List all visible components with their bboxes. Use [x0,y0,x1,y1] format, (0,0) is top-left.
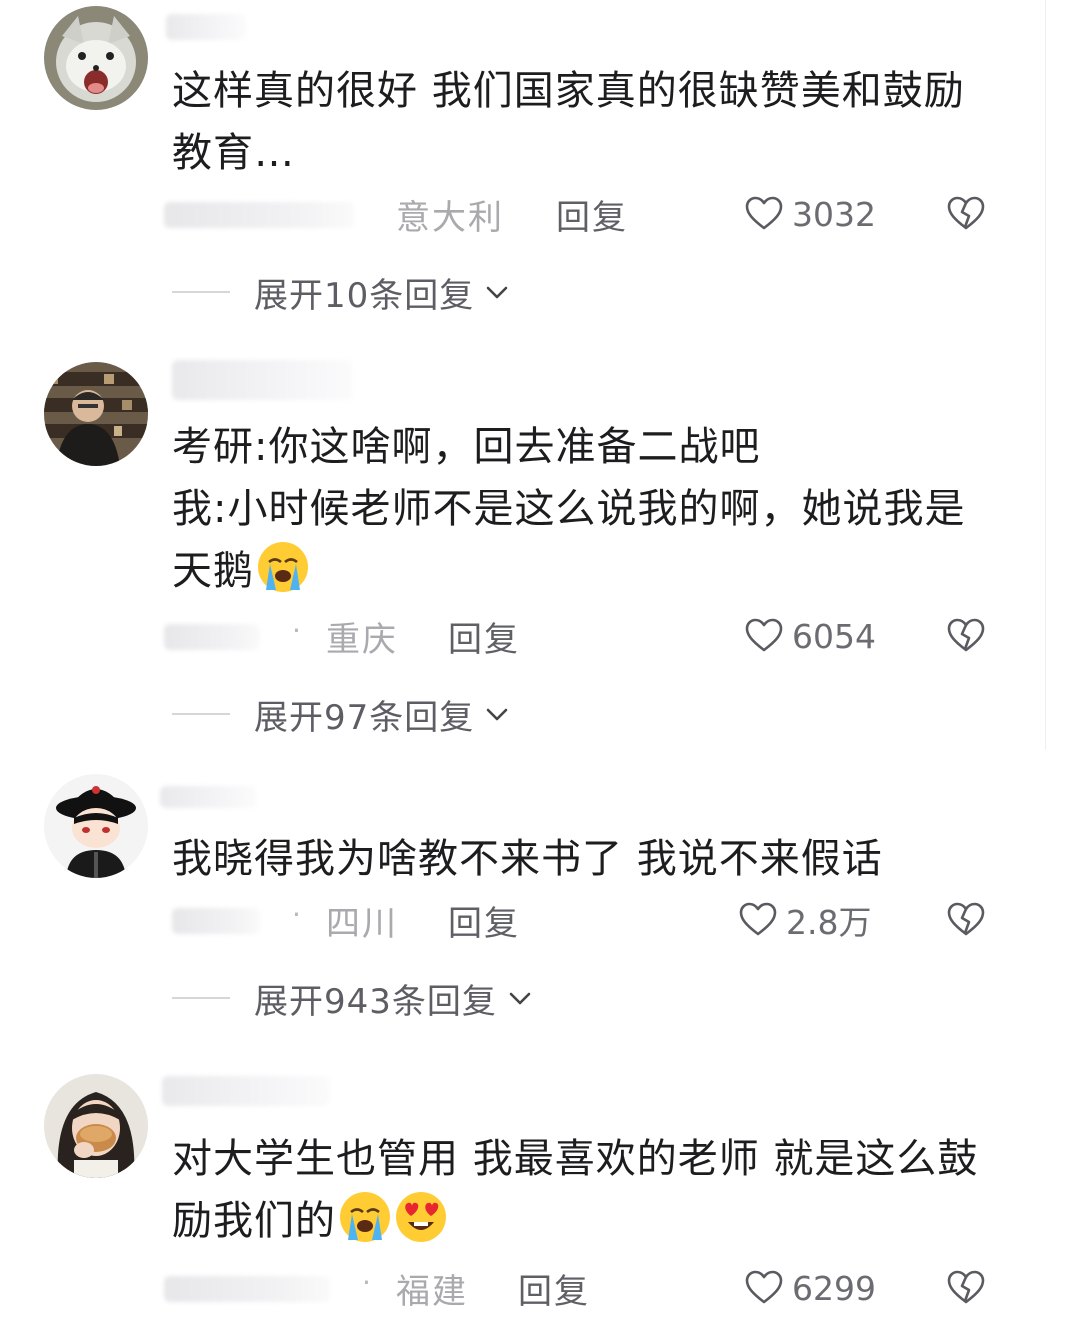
expand-replies-label: 展开10条回复 [254,275,475,316]
comment-text-content: 对大学生也管用 我最喜欢的老师 就是这么鼓励我们的 [172,1136,979,1244]
separator-dot: · [292,898,301,931]
reply-button[interactable]: 回复 [448,896,520,945]
comment-text: 我晓得我为啥教不来书了 我说不来假话 [172,836,883,882]
like-count: 6054 [792,616,876,656]
expand-replies-label: 展开943条回复 [254,981,497,1022]
username-redacted [162,1076,330,1106]
timestamp-redacted [164,202,354,228]
location-label: 福建 [396,1272,468,1312]
chevron-down-icon [509,992,531,1005]
separator-dot: · [362,1266,371,1299]
expand-replies-button[interactable]: 展开97条回复 [172,690,512,738]
right-edge-divider [1045,0,1046,750]
reply-button[interactable]: 回复 [518,1264,590,1313]
location-label: 重庆 [326,620,398,660]
broken-heart-icon[interactable] [946,1268,986,1308]
timestamp-redacted [172,908,260,934]
like-count: 6299 [792,1268,876,1308]
comment-meta: · 福建 回复 6299 [164,1264,1024,1312]
loudly-crying-face-emoji [340,1192,390,1242]
comment-text: 考研:你这啥啊，回去准备二战吧 我:小时候老师不是这么说我的啊，她说我是天鹅 [172,416,1002,602]
comment-meta: · 四川 回复 2.8万 [164,896,1024,944]
username-redacted [160,786,256,808]
location-label: 意大利 [396,198,504,238]
username-redacted [166,14,246,40]
reply-button[interactable]: 回复 [556,190,628,239]
comment-meta: · 重庆 回复 6054 [164,612,1024,660]
heart-outline-icon [745,618,783,652]
man-bookshelf-avatar-icon[interactable] [44,362,148,466]
like-count: 3032 [792,194,876,234]
chevron-down-icon [486,708,508,721]
username-redacted [172,360,352,400]
chevron-down-icon [486,286,508,299]
fox-avatar-icon[interactable] [44,6,148,110]
cartoon-hat-avatar-icon[interactable] [44,774,148,878]
divider-line [172,291,230,293]
heart-outline-icon [739,902,777,936]
expand-replies-button[interactable]: 展开10条回复 [172,268,512,316]
heart-outline-icon [745,1270,783,1304]
comment-meta: 意大利 回复 3032 [164,190,1024,238]
like-button[interactable]: 3032 [744,190,876,238]
broken-heart-icon[interactable] [946,900,986,940]
comment-text: 这样真的很好 我们国家真的很缺赞美和鼓励教育… [172,68,965,176]
timestamp-redacted [164,624,260,650]
like-button[interactable]: 2.8万 [738,896,871,944]
broken-heart-icon[interactable] [946,194,986,234]
like-button[interactable]: 6299 [744,1264,876,1312]
divider-line [172,713,230,715]
like-button[interactable]: 6054 [744,612,876,660]
loudly-crying-face-emoji [258,542,308,592]
heart-outline-icon [745,196,783,230]
heart-eyes-face-emoji [396,1192,446,1242]
comment-text: 对大学生也管用 我最喜欢的老师 就是这么鼓励我们的 [172,1128,1002,1252]
expand-replies-label: 展开97条回复 [254,697,475,738]
timestamp-redacted [164,1276,330,1302]
reply-button[interactable]: 回复 [448,612,520,661]
expand-replies-button[interactable]: 展开943条回复 [172,974,535,1022]
broken-heart-icon[interactable] [946,616,986,656]
location-label: 四川 [326,904,398,944]
like-count: 2.8万 [786,903,872,942]
divider-line [172,997,230,999]
separator-dot: · [292,614,301,647]
girl-eating-avatar-icon[interactable] [44,1074,148,1178]
